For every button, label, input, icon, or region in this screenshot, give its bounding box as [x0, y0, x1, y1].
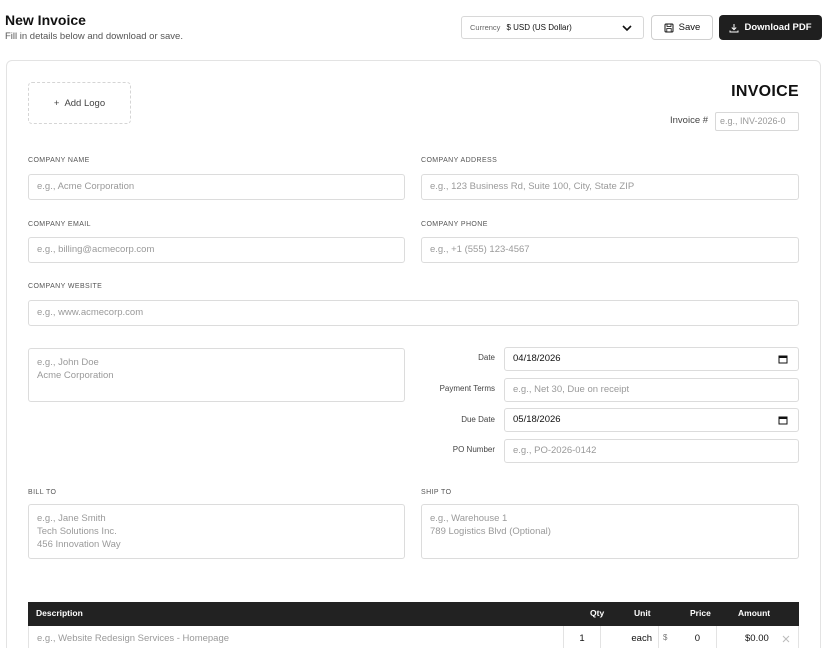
chevron-down-icon [622, 25, 632, 32]
company-address-label: COMPANY ADDRESS [421, 157, 498, 164]
company-website-label: COMPANY WEBSITE [28, 283, 103, 290]
price-value: 0 [694, 633, 700, 644]
company-website-input[interactable]: e.g., www.acmecorp.com [28, 300, 799, 326]
invoice-number-input[interactable]: e.g., INV-2026-0 [715, 112, 799, 131]
currency-value: $ USD (US Dollar) [506, 23, 572, 32]
ship-to-label: SHIP TO [421, 489, 452, 496]
from-textarea[interactable]: e.g., John Doe Acme Corporation [28, 348, 405, 402]
price-currency-symbol: $ [663, 633, 668, 642]
plus-icon: + [53, 97, 60, 109]
company-phone-input[interactable]: e.g., +1 (555) 123-4567 [421, 237, 799, 263]
invoice-number-label: Invoice # [670, 115, 709, 126]
date-value: 04/18/2026 [513, 353, 561, 364]
col-amount: Amount [738, 608, 771, 618]
item-amount: $0.00 [716, 626, 800, 648]
col-price: Price [690, 608, 711, 618]
col-description: Description [36, 608, 83, 618]
item-price-input[interactable]: $ 0 [658, 626, 716, 648]
due-date-value: 05/18/2026 [513, 414, 561, 425]
currency-select[interactable]: Currency $ USD (US Dollar) [461, 16, 644, 39]
page-subtitle: Fill in details below and download or sa… [5, 31, 183, 42]
download-pdf-label: Download PDF [744, 22, 812, 33]
calendar-icon[interactable] [778, 354, 788, 364]
company-email-input[interactable]: e.g., billing@acmecorp.com [28, 237, 405, 263]
col-qty: Qty [590, 608, 605, 618]
invoice-title: INVOICE [731, 83, 799, 100]
due-date-label: Due Date [461, 415, 495, 424]
calendar-icon[interactable] [778, 415, 788, 425]
ship-to-textarea[interactable]: e.g., Warehouse 1 789 Logistics Blvd (Op… [421, 504, 799, 559]
add-logo-button[interactable]: + Add Logo [28, 82, 131, 124]
company-address-input[interactable]: e.g., 123 Business Rd, Suite 100, City, … [421, 174, 799, 200]
save-button[interactable]: Save [651, 15, 713, 40]
bill-to-textarea[interactable]: e.g., Jane Smith Tech Solutions Inc. 456… [28, 504, 405, 559]
po-number-input[interactable]: e.g., PO-2026-0142 [504, 439, 799, 463]
po-number-label: PO Number [452, 445, 495, 454]
amount-value: $0.00 [745, 633, 769, 644]
date-input[interactable]: 04/18/2026 [504, 347, 799, 371]
date-label: Date [478, 353, 495, 362]
company-phone-label: COMPANY PHONE [421, 221, 488, 228]
bill-to-label: BILL TO [28, 489, 57, 496]
company-name-label: COMPANY NAME [28, 157, 90, 164]
save-label: Save [678, 22, 701, 33]
item-qty-input[interactable]: 1 [563, 626, 600, 648]
page-title: New Invoice [5, 12, 86, 28]
download-pdf-button[interactable]: Download PDF [719, 15, 822, 40]
currency-label: Currency [470, 23, 501, 32]
add-logo-label: Add Logo [64, 97, 106, 109]
payment-terms-input[interactable]: e.g., Net 30, Due on receipt [504, 378, 799, 402]
company-name-input[interactable]: e.g., Acme Corporation [28, 174, 405, 200]
remove-row-icon[interactable] [782, 635, 790, 643]
payment-terms-label: Payment Terms [439, 384, 495, 393]
items-table-header: Description Qty Unit Price Amount [28, 602, 799, 626]
company-email-label: COMPANY EMAIL [28, 221, 91, 228]
save-icon [664, 23, 674, 32]
item-description-input[interactable]: e.g., Website Redesign Services - Homepa… [37, 633, 229, 644]
download-icon [729, 23, 739, 32]
item-unit-input[interactable]: each [600, 626, 658, 648]
col-unit: Unit [634, 608, 651, 618]
table-row: e.g., Website Redesign Services - Homepa… [28, 626, 799, 648]
due-date-input[interactable]: 05/18/2026 [504, 408, 799, 432]
